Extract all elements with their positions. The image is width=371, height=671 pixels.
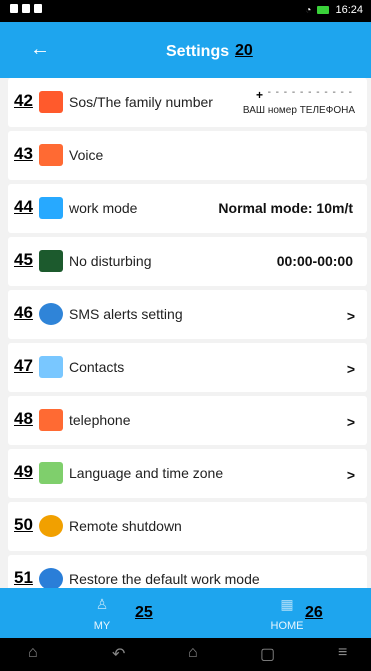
- work-mode-icon: [39, 197, 63, 219]
- phone-hint: ВАШ номер ТЕЛЕФОНА: [242, 105, 355, 116]
- status-time: 16:24: [335, 4, 363, 16]
- row-value: Normal mode: 10m/t: [218, 200, 353, 216]
- row-number: 43: [14, 144, 33, 163]
- setting-row-voice[interactable]: 43 Voice: [8, 131, 367, 180]
- system-navigation-bar: ⌂ ↶ ⌂ ▢ ≡: [0, 638, 371, 671]
- row-number: 49: [14, 462, 33, 481]
- status-icons: [10, 4, 42, 13]
- row-label: SMS alerts setting: [69, 306, 183, 322]
- status-right: ◔ 16:24: [305, 4, 363, 16]
- setting-row-shutdown[interactable]: 50 Remote shutdown: [8, 502, 367, 551]
- bottom-navigation: ♙ MY 25 ▦ HOME 26: [0, 588, 371, 638]
- setting-row-contacts[interactable]: 47 Contacts >: [8, 343, 367, 392]
- row-number: 45: [14, 250, 33, 269]
- row-number: 47: [14, 356, 33, 375]
- chevron-right-icon: >: [346, 467, 355, 483]
- back-button[interactable]: ←: [30, 38, 50, 61]
- restore-icon: [39, 568, 63, 588]
- home-icon[interactable]: ⌂: [188, 644, 198, 662]
- voice-icon: [39, 144, 63, 166]
- row-number: 42: [14, 91, 33, 110]
- wifi-icon: ◔: [305, 4, 312, 16]
- row-label: Contacts: [69, 359, 125, 375]
- row-label: Remote shutdown: [69, 518, 182, 534]
- phone-icon: [39, 409, 63, 431]
- recent-apps-icon[interactable]: ▢: [260, 644, 275, 664]
- row-label: work mode: [69, 200, 138, 216]
- row-label: telephone: [69, 412, 131, 428]
- row-number: 48: [14, 409, 33, 428]
- chevron-right-icon: >: [346, 361, 355, 377]
- user-icon: ♙: [95, 596, 109, 612]
- home-icon[interactable]: ⌂: [28, 644, 38, 662]
- row-label: No disturbing: [69, 253, 152, 269]
- battery-icon: [317, 6, 330, 14]
- language-icon: [39, 462, 63, 484]
- row-value: 00:00-00:00: [276, 253, 353, 269]
- tab-badge: 25: [135, 604, 153, 621]
- row-label: Voice: [69, 147, 104, 163]
- setting-row-sos[interactable]: 42 Sos/The family number + - - - - - - -…: [8, 78, 367, 127]
- tab-badge: 26: [305, 604, 323, 621]
- setting-row-no-disturbing[interactable]: 45 No disturbing 00:00-00:00: [8, 237, 367, 286]
- tab-label: HOME: [270, 620, 304, 632]
- notification-icon: [22, 4, 30, 13]
- phone-placeholder: - - - - - - - - - - -: [267, 87, 353, 98]
- notification-icon: [34, 4, 42, 13]
- row-number: 51: [14, 568, 33, 587]
- row-number: 50: [14, 515, 33, 534]
- plus-icon: +: [255, 88, 263, 102]
- app-bar: ← Settings 20: [0, 22, 371, 78]
- row-number: 44: [14, 197, 33, 216]
- settings-list: 42 Sos/The family number + - - - - - - -…: [0, 78, 371, 588]
- contacts-icon: [39, 356, 63, 378]
- back-icon[interactable]: ↶: [112, 644, 125, 664]
- row-label: Sos/The family number: [69, 94, 213, 110]
- power-icon: [39, 515, 63, 537]
- row-number: 46: [14, 303, 33, 322]
- setting-row-sms[interactable]: 46 SMS alerts setting >: [8, 290, 367, 339]
- setting-row-telephone[interactable]: 48 telephone >: [8, 396, 367, 445]
- page-title: Settings: [166, 43, 230, 60]
- chevron-right-icon: >: [346, 308, 355, 324]
- notification-icon: [10, 4, 18, 13]
- row-label: Restore the default work mode: [69, 571, 260, 587]
- home-icon: ▦: [280, 596, 294, 612]
- tab-my[interactable]: ♙ MY: [82, 588, 122, 638]
- row-label: Language and time zone: [69, 465, 224, 481]
- setting-row-work-mode[interactable]: 44 work mode Normal mode: 10m/t: [8, 184, 367, 233]
- title-badge: 20: [235, 42, 253, 59]
- sos-icon: [39, 91, 63, 113]
- sms-icon: [39, 303, 63, 325]
- status-bar: ◔ 16:24: [0, 0, 371, 22]
- chevron-right-icon: >: [346, 414, 355, 430]
- setting-row-language[interactable]: 49 Language and time zone >: [8, 449, 367, 498]
- tab-label: MY: [93, 620, 111, 632]
- setting-row-restore[interactable]: 51 Restore the default work mode: [8, 555, 367, 588]
- menu-icon[interactable]: ≡: [338, 644, 347, 662]
- no-disturb-icon: [39, 250, 63, 272]
